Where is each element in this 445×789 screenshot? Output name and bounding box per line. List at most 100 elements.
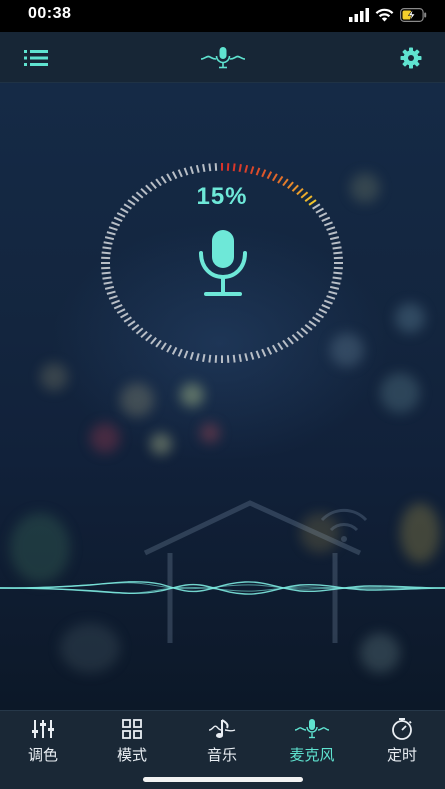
level-tick bbox=[197, 353, 199, 360]
timer-icon bbox=[390, 717, 414, 741]
level-tick bbox=[327, 227, 335, 230]
level-tick bbox=[111, 301, 119, 304]
level-tick bbox=[262, 170, 265, 177]
music-note-icon bbox=[208, 718, 236, 740]
level-tick bbox=[257, 168, 260, 175]
list-icon bbox=[24, 49, 48, 67]
level-tick bbox=[283, 340, 288, 346]
level-tick bbox=[179, 170, 182, 177]
tab-label-color: 调色 bbox=[8, 744, 78, 765]
sliders-icon bbox=[32, 719, 54, 739]
level-tick bbox=[333, 253, 342, 254]
status-time: 00:38 bbox=[28, 5, 71, 23]
battery-charging-icon bbox=[400, 8, 427, 22]
microphone-header-icon-wrap bbox=[199, 45, 247, 71]
level-tick bbox=[240, 164, 241, 172]
level-tick bbox=[132, 325, 139, 330]
level-tick bbox=[151, 182, 156, 188]
status-bar: 00:38 bbox=[0, 0, 445, 32]
level-tick bbox=[102, 247, 111, 248]
level-tick bbox=[102, 253, 111, 254]
level-tick bbox=[245, 353, 247, 360]
level-percent: 15% bbox=[172, 183, 272, 211]
level-tick bbox=[322, 305, 330, 308]
level-tick bbox=[162, 176, 167, 183]
level-tick bbox=[262, 349, 265, 356]
level-tick bbox=[273, 345, 277, 352]
level-tick bbox=[332, 282, 341, 284]
gear-icon bbox=[400, 47, 422, 69]
level-tick bbox=[191, 166, 193, 173]
top-toolbar bbox=[0, 32, 445, 83]
microphone-wave-icon bbox=[200, 46, 246, 70]
level-tick bbox=[102, 277, 111, 278]
level-tick bbox=[288, 182, 293, 188]
level-tick bbox=[109, 296, 117, 299]
level-tick bbox=[167, 345, 171, 352]
level-tick bbox=[240, 354, 241, 362]
level-tick bbox=[107, 232, 116, 234]
level-tick bbox=[292, 185, 298, 191]
home-indicator bbox=[143, 777, 303, 782]
level-tick bbox=[322, 218, 330, 221]
tab-music[interactable]: 音乐 bbox=[187, 717, 257, 767]
level-tick bbox=[162, 343, 167, 350]
menu-button[interactable] bbox=[23, 45, 49, 71]
microphone-panel: 15% bbox=[0, 83, 445, 710]
level-tick bbox=[146, 335, 152, 341]
level-tick bbox=[114, 218, 122, 221]
level-tick bbox=[245, 165, 247, 172]
level-tick bbox=[109, 227, 117, 230]
level-tick bbox=[167, 174, 171, 181]
level-tick bbox=[305, 196, 312, 201]
level-tick bbox=[278, 176, 283, 183]
tab-label-mode: 模式 bbox=[97, 744, 167, 765]
level-tick bbox=[278, 343, 283, 350]
level-tick bbox=[309, 200, 316, 205]
level-tick bbox=[197, 165, 199, 172]
level-tick bbox=[251, 352, 253, 359]
level-tick bbox=[297, 332, 303, 338]
level-tick bbox=[114, 305, 122, 308]
level-tick bbox=[292, 335, 298, 341]
level-tick bbox=[104, 242, 113, 244]
level-tick bbox=[316, 209, 324, 213]
level-tick bbox=[128, 321, 135, 326]
microphone-icon[interactable] bbox=[196, 228, 250, 298]
level-tick bbox=[327, 296, 335, 299]
level-tick bbox=[257, 351, 260, 358]
level-tick bbox=[301, 192, 307, 197]
settings-button[interactable] bbox=[398, 45, 424, 71]
level-tick bbox=[179, 349, 182, 356]
level-tick bbox=[105, 287, 114, 289]
tab-mode[interactable]: 模式 bbox=[97, 717, 167, 767]
level-tick bbox=[333, 273, 342, 274]
level-tick bbox=[128, 200, 135, 205]
tab-label-microphone: 麦克风 bbox=[277, 744, 347, 765]
level-tick bbox=[319, 213, 327, 217]
tab-timer[interactable]: 定时 bbox=[367, 717, 437, 767]
tab-microphone[interactable]: 麦克风 bbox=[277, 717, 347, 767]
level-tick bbox=[251, 166, 253, 173]
level-tick bbox=[136, 328, 142, 333]
level-tick bbox=[151, 338, 156, 344]
level-tick bbox=[209, 355, 210, 363]
level-tick bbox=[288, 338, 293, 344]
level-tick bbox=[173, 172, 177, 179]
level-tick bbox=[313, 204, 320, 209]
level-tick bbox=[268, 172, 272, 179]
wifi-icon bbox=[375, 8, 394, 22]
level-tick bbox=[209, 164, 210, 172]
level-tick bbox=[136, 192, 142, 197]
level-tick bbox=[107, 292, 116, 294]
level-tick bbox=[156, 340, 161, 346]
level-tick bbox=[124, 317, 131, 322]
tab-color[interactable]: 调色 bbox=[8, 717, 78, 767]
level-tick bbox=[234, 164, 235, 172]
microphone-wave-icon bbox=[294, 718, 330, 740]
level-tick bbox=[185, 351, 188, 358]
sound-wave-visualizer bbox=[0, 563, 445, 613]
level-tick bbox=[191, 352, 193, 359]
level-tick bbox=[185, 168, 188, 175]
level-tick bbox=[333, 277, 342, 278]
